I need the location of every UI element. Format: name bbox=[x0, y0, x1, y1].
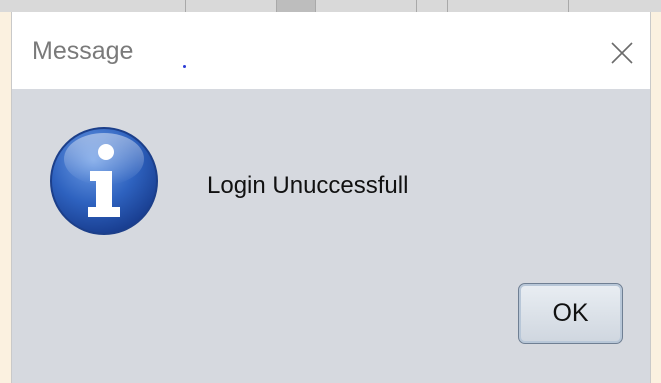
background-window-strip bbox=[0, 0, 661, 12]
background-segment bbox=[448, 0, 569, 12]
ok-button-label: OK bbox=[552, 299, 589, 327]
close-icon[interactable] bbox=[609, 40, 635, 66]
background-segment bbox=[186, 0, 277, 12]
ok-button[interactable]: OK bbox=[518, 283, 623, 344]
dialog-titlebar: Message bbox=[12, 12, 650, 89]
background-segment bbox=[316, 0, 417, 12]
message-dialog: Message Login Unuccessfull OK bbox=[11, 12, 651, 383]
title-dot bbox=[183, 65, 186, 68]
dialog-title: Message bbox=[32, 37, 134, 65]
background-segment bbox=[277, 0, 316, 12]
background-segment bbox=[0, 0, 186, 12]
message-text: Login Unuccessfull bbox=[207, 172, 409, 199]
background-segment bbox=[417, 0, 448, 12]
info-icon bbox=[50, 127, 158, 235]
